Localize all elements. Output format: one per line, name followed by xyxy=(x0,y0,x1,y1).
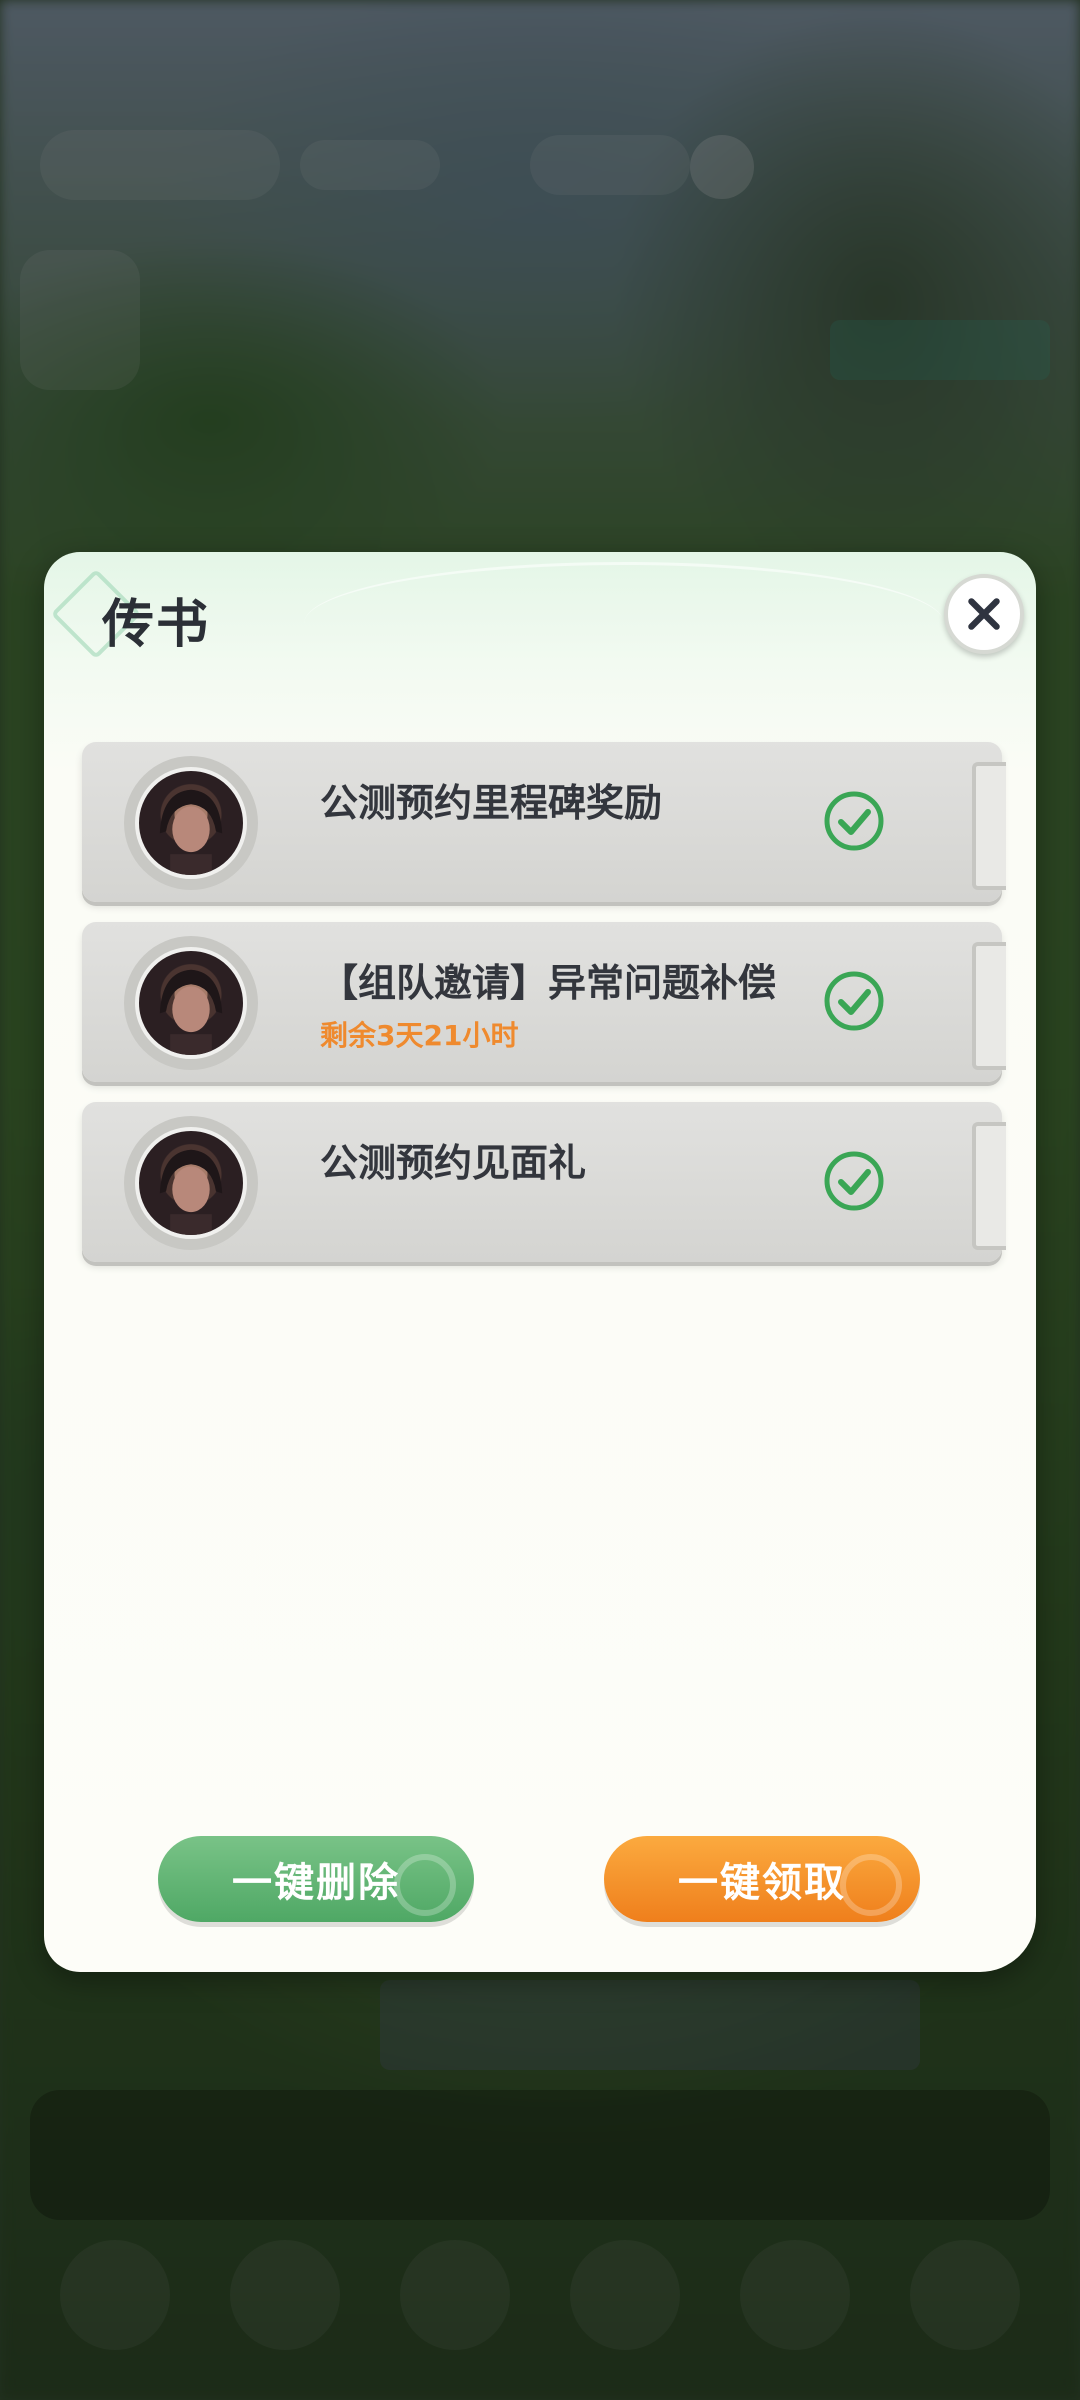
delete-all-label: 一键删除 xyxy=(232,1860,400,1906)
npc-avatar xyxy=(135,1127,247,1239)
check-circle-icon xyxy=(824,791,884,851)
delete-all-button[interactable]: 一键删除 xyxy=(158,1836,474,1922)
check-circle-icon xyxy=(824,1151,884,1211)
npc-avatar xyxy=(135,947,247,1059)
avatar-frame xyxy=(124,936,258,1070)
mail-title: 公测预约里程碑奖励 xyxy=(320,781,663,825)
dialog-title: 传书 xyxy=(102,595,211,655)
npc-avatar xyxy=(135,767,247,879)
mail-item[interactable]: 公测预约里程碑奖励 xyxy=(82,742,1006,902)
avatar-frame xyxy=(124,1116,258,1250)
game-screen: 传书 公测预约里程碑奖励 【组队邀请】异常问题补偿 剩余3天21小时 公测预约见… xyxy=(0,0,1080,2400)
swirl-icon xyxy=(840,1854,902,1916)
check-circle-icon xyxy=(824,971,884,1031)
item-side-tab xyxy=(972,762,1006,890)
close-button[interactable] xyxy=(944,574,1024,654)
mail-title: 【组队邀请】异常问题补偿 xyxy=(320,961,777,1005)
header-decoration xyxy=(304,562,944,685)
mail-list: 公测预约里程碑奖励 【组队邀请】异常问题补偿 剩余3天21小时 公测预约见面礼 xyxy=(82,742,1006,1282)
claim-all-button[interactable]: 一键领取 xyxy=(604,1836,920,1922)
close-icon xyxy=(968,598,1000,630)
mail-item[interactable]: 公测预约见面礼 xyxy=(82,1102,1006,1262)
swirl-icon xyxy=(394,1854,456,1916)
item-side-tab xyxy=(972,1122,1006,1250)
claim-all-label: 一键领取 xyxy=(678,1860,846,1906)
item-side-tab xyxy=(972,942,1006,1070)
mail-expiry: 剩余3天21小时 xyxy=(320,1019,519,1052)
mail-dialog: 传书 公测预约里程碑奖励 【组队邀请】异常问题补偿 剩余3天21小时 公测预约见… xyxy=(44,552,1036,1972)
mail-title: 公测预约见面礼 xyxy=(320,1141,587,1185)
mail-item[interactable]: 【组队邀请】异常问题补偿 剩余3天21小时 xyxy=(82,922,1006,1082)
avatar-frame xyxy=(124,756,258,890)
